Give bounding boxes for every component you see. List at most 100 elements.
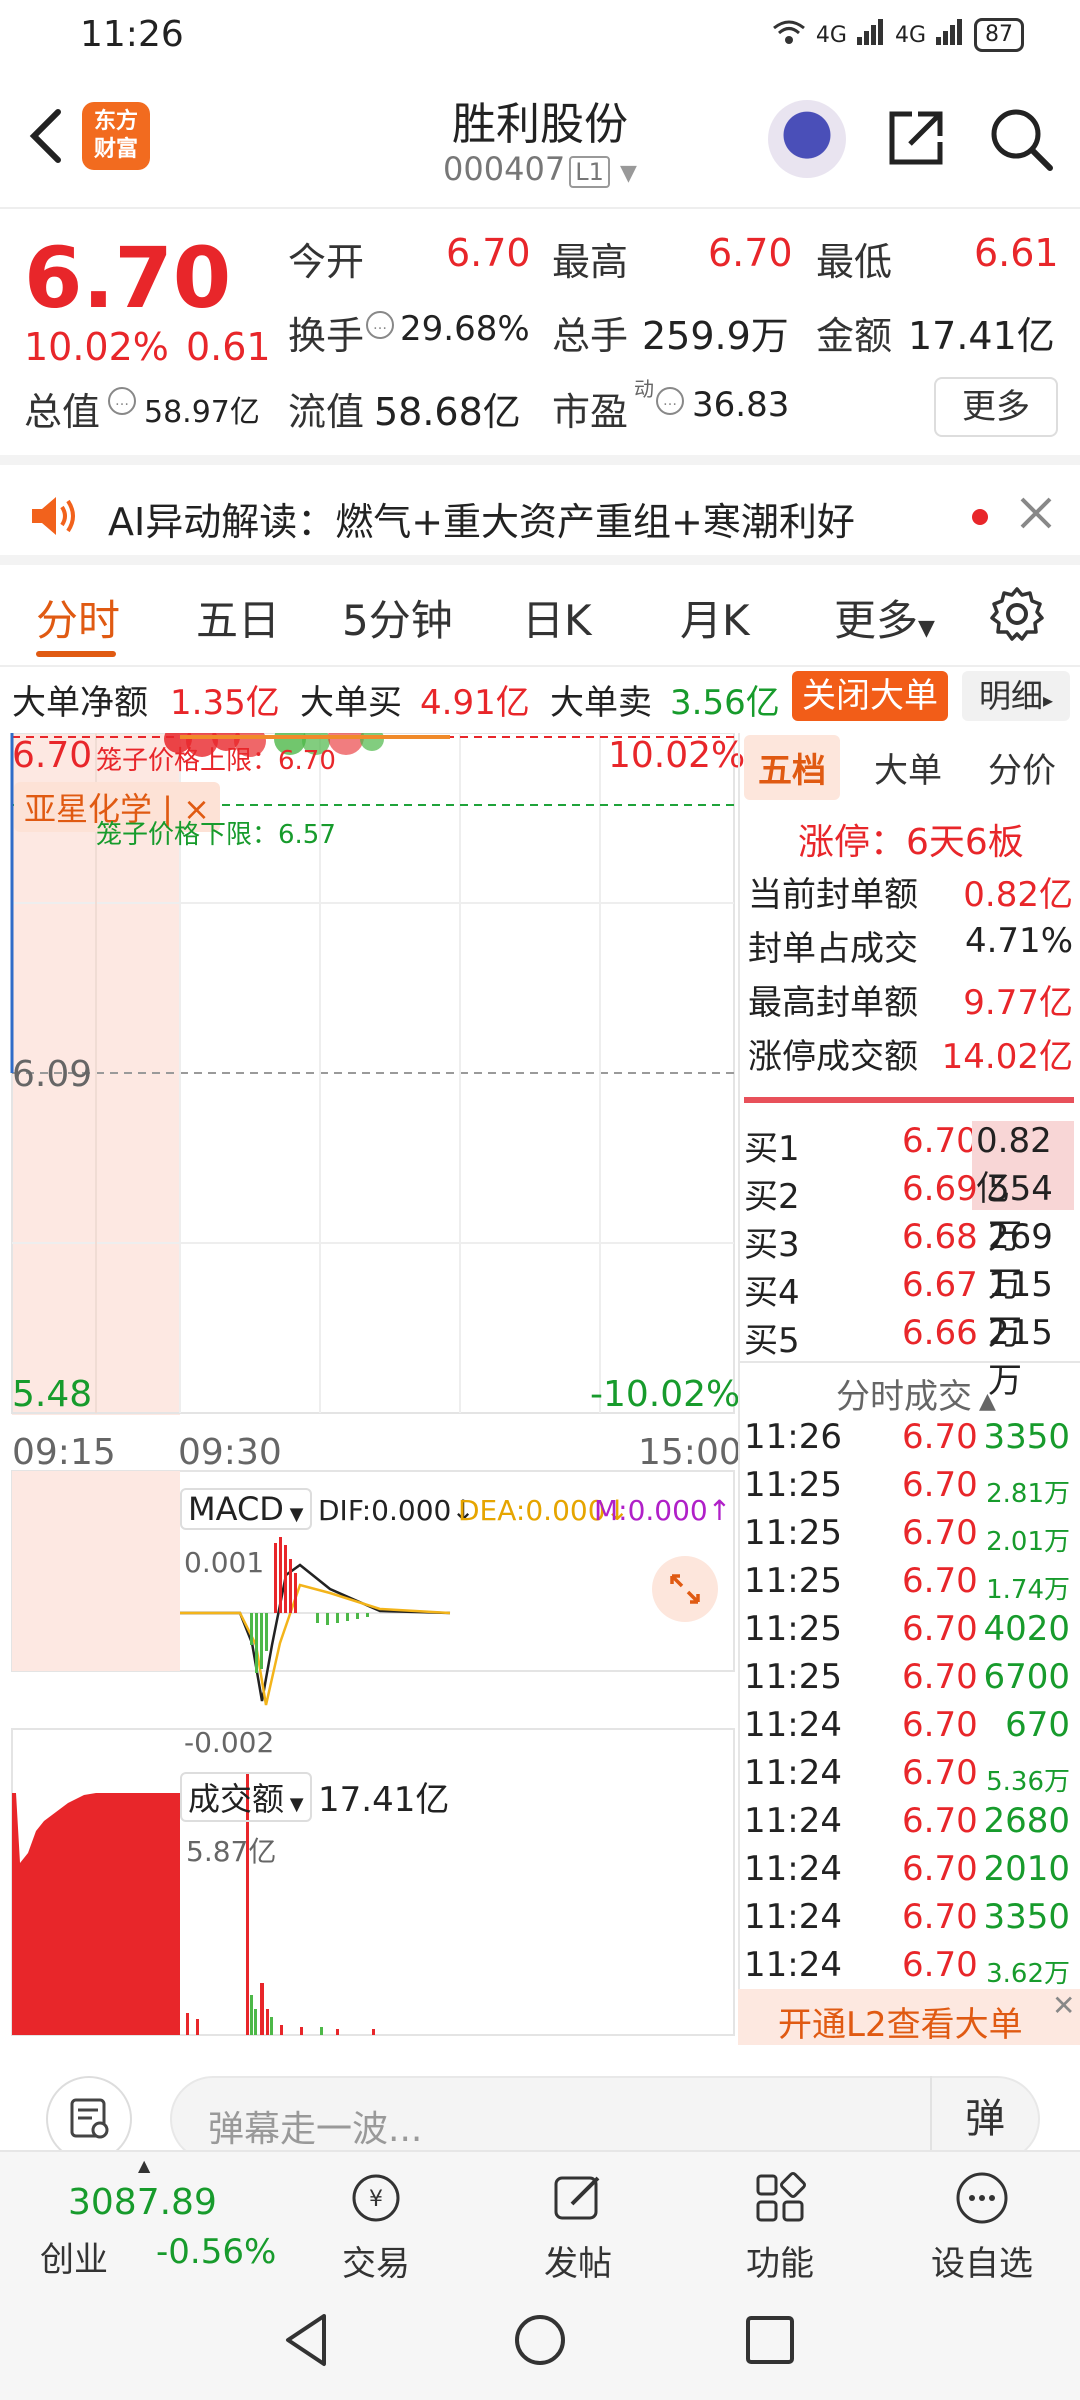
tab-daily-k[interactable]: 日K [522,587,592,648]
mktcap-info-icon[interactable]: … [108,387,136,415]
low-label: 最低 [816,240,893,284]
bid-row[interactable]: 买4 6.67 115万 [744,1265,1074,1353]
search-icon[interactable] [988,106,1054,172]
turnover-info-icon[interactable]: … [366,311,394,339]
back-icon[interactable] [22,106,72,166]
tick-volume: 670 [1005,1705,1070,1745]
chart-top-price: 6.70 [12,735,93,776]
volume-selector[interactable]: 成交额 ▼ [180,1772,312,1822]
mktcap-value: 58.97亿 [144,395,260,430]
amount-value: 17.41亿 [908,314,1055,358]
bid-row[interactable]: 买3 6.68 269万 [744,1217,1074,1305]
bid-row[interactable]: 买5 6.66 215万 [744,1313,1074,1401]
close-icon[interactable]: ✕ [1052,1989,1075,2022]
gear-icon[interactable] [988,585,1046,643]
share-icon[interactable] [884,106,948,170]
macd-m: M:0.000↑ [594,1494,732,1527]
tick-volume: 2.01万 [986,1527,1070,1557]
chart-mid-price: 6.09 [12,1054,93,1095]
index-change: -0.56% [156,2232,277,2272]
tick-row: 11:25 6.70 2.01万 [744,1513,1074,1561]
tick-time: 11:24 [744,1753,842,1793]
nav-functions[interactable]: 功能 [720,2168,840,2285]
stat-value: 9.77亿 [963,983,1073,1023]
macd-selector[interactable]: MACD ▼ [180,1488,312,1530]
bid-label: 买1 [744,1129,800,1169]
expand-icon[interactable] [652,1556,718,1622]
ai-anomaly-text[interactable]: AI异动解读：燃气+重大资产重组+寒潮利好 [108,491,855,546]
status-icons: 4G 4G 87 [772,18,1024,52]
open-value: 6.70 [446,231,531,275]
tab-5min[interactable]: 5分钟 [342,587,453,648]
ai-anomaly-bar[interactable]: AI异动解读：燃气+重大资产重组+寒潮利好 [0,455,1080,565]
app-logo[interactable]: 东方 财富 [82,102,150,170]
ticks-title[interactable]: 分时成交 ▲ [836,1369,996,1418]
tab-monthly-k[interactable]: 月K [680,587,750,648]
caret-down-icon: ▼ [283,1504,304,1525]
stat-row: 涨停成交额 14.02亿 [748,1029,1073,1078]
stock-code: 000407 [443,150,566,188]
tick-time: 11:24 [744,1705,842,1745]
tab-price-dist[interactable]: 分价 [988,743,1056,792]
stock-name: 胜利股份 [452,99,628,150]
stock-code-row[interactable]: 000407 L1 ▼ [340,150,740,188]
bid-price: 6.68 [902,1217,978,1257]
tick-volume: 3.62万 [986,1959,1070,1989]
nav-add-watchlist[interactable]: 设自选 [922,2168,1042,2285]
tab-five-levels[interactable]: 五档 [744,735,840,800]
tab-five-day[interactable]: 五日 [196,587,280,648]
stat-value: 0.82亿 [963,875,1073,915]
order-book-panel: 五档 大单 分价 涨停：6天6板 当前封单额 0.82亿 封单占成交 4.71% 最… [738,733,1080,2045]
pe-label: 市盈 [552,390,629,434]
bid-price: 6.70 [902,1121,978,1161]
status-time: 11:26 [80,14,184,55]
nav-trade[interactable]: ¥ 交易 [316,2168,436,2285]
high-label: 最高 [552,240,629,284]
logo-text-bottom: 财富 [93,137,138,162]
chevron-right-icon: ▸ [1042,688,1054,712]
ai-robot-icon[interactable] [768,100,846,178]
danmu-bar: 弹幕走一波... 弹 [0,2050,1080,2162]
tick-price: 6.70 [902,1657,978,1697]
close-icon[interactable] [1018,495,1054,531]
close-big-order-button[interactable]: 关闭大单 [792,671,948,721]
tick-time: 11:25 [744,1657,842,1697]
tick-time: 11:24 [744,1945,842,1985]
detail-label: 明细 [978,677,1043,715]
tick-price: 6.70 [902,1897,978,1937]
pe-info-icon[interactable]: … [656,387,684,415]
speaker-icon [30,495,80,537]
caret-up-icon: ▲ [972,1389,996,1414]
more-button[interactable]: 更多 [934,377,1058,437]
amount-label: 金额 [816,314,893,358]
time-label-close: 15:00 [638,1432,742,1473]
detail-button[interactable]: 明细▸ [962,671,1070,721]
big-buy-label: 大单买 [300,683,402,723]
nav-back-icon[interactable] [282,2312,332,2372]
danmu-placeholder: 弹幕走一波... [208,2109,423,2150]
grid-icon [750,2168,810,2228]
signal-bars-icon [856,19,885,51]
bid-row[interactable]: 买2 6.69 554万 [744,1169,1074,1257]
nav-home-icon[interactable] [512,2312,568,2372]
low-value: 6.61 [974,231,1059,275]
macd-dif: DIF:0.000↓ [318,1494,475,1527]
tick-row: 11:25 6.70 2.81万 [744,1465,1074,1513]
pe-superscript: 动 [634,377,654,401]
tab-intraday[interactable]: 分时 [36,587,120,648]
index-widget[interactable]: ▲ 3087.89 创业 -0.56% [20,2156,280,2280]
l2-promo-bar[interactable]: 开通L2查看大单 ✕ [738,1989,1080,2045]
tick-row: 11:26 6.70 3350 [744,1417,1074,1465]
battery-icon: 87 [974,18,1024,52]
tab-big-orders[interactable]: 大单 [874,743,942,792]
tick-time: 11:24 [744,1801,842,1841]
tab-more[interactable]: 更多▼ [834,587,935,648]
tick-time: 11:25 [744,1465,842,1505]
stat-value: 14.02亿 [941,1037,1073,1077]
nav-recents-icon[interactable] [744,2314,796,2370]
stat-row: 当前封单额 0.82亿 [748,867,1073,916]
chart-bottom-pct: -10.02% [590,1374,741,1415]
nav-post[interactable]: 发帖 [518,2168,638,2285]
tab-more-label: 更多 [834,596,919,645]
bid-row[interactable]: 买1 6.70 0.82亿 [744,1121,1074,1210]
